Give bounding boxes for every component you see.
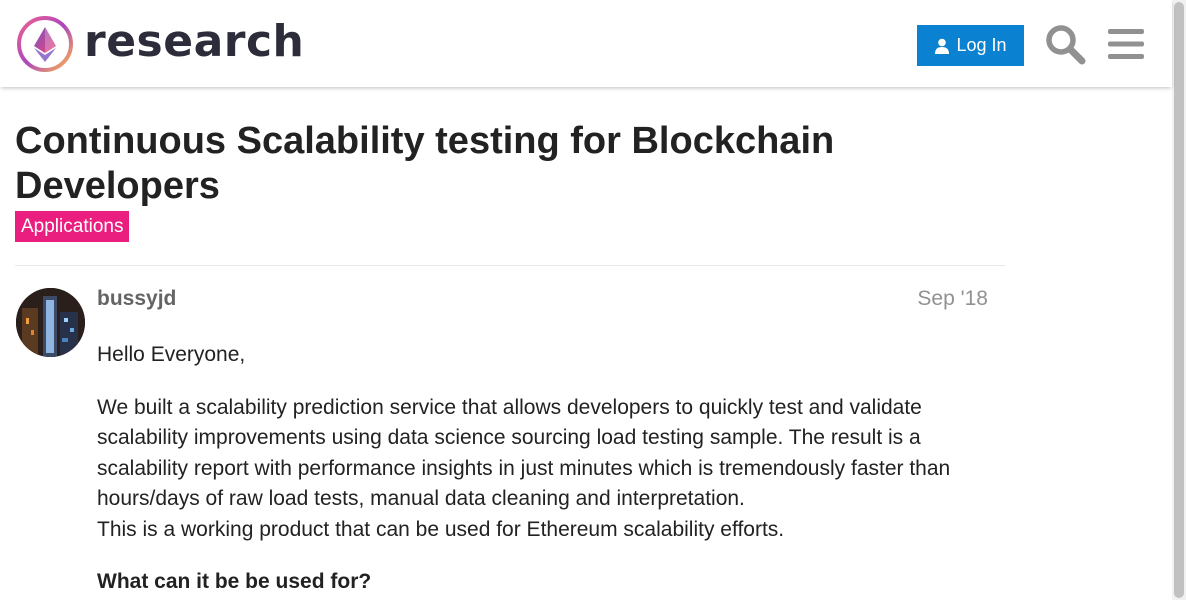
category-badge[interactable]: Applications <box>15 211 130 242</box>
topic-title[interactable]: Continuous Scalability testing for Block… <box>15 119 1005 209</box>
topic-divider <box>15 265 1005 266</box>
ethereum-research-logo[interactable] <box>16 15 74 73</box>
hamburger-menu-icon[interactable] <box>1107 26 1145 62</box>
site-header: research Log In <box>0 0 1172 87</box>
post-heading: What can it be be used for? <box>97 570 372 593</box>
avatar[interactable] <box>16 288 85 357</box>
post-body: Hello Everyone, We built a scalability p… <box>97 340 997 597</box>
post-greeting: Hello Everyone, <box>97 343 246 366</box>
post-username[interactable]: bussyjd <box>97 286 176 312</box>
site-brand[interactable]: research <box>84 13 304 71</box>
login-label: Log In <box>956 35 1007 55</box>
user-icon <box>935 38 950 54</box>
avatar-image <box>16 288 85 357</box>
login-button[interactable]: Log In <box>917 25 1024 66</box>
post-paragraph-text: We built a scalability prediction servic… <box>97 395 951 511</box>
post-paragraph-text: This is a working product that can be us… <box>97 517 785 541</box>
post-date[interactable]: Sep '18 <box>917 286 988 312</box>
scrollbar-thumb[interactable] <box>1174 2 1184 598</box>
search-icon[interactable] <box>1044 23 1086 65</box>
page-scrollbar[interactable] <box>1172 0 1186 600</box>
post-paragraph: We built a scalability prediction servic… <box>97 393 997 546</box>
